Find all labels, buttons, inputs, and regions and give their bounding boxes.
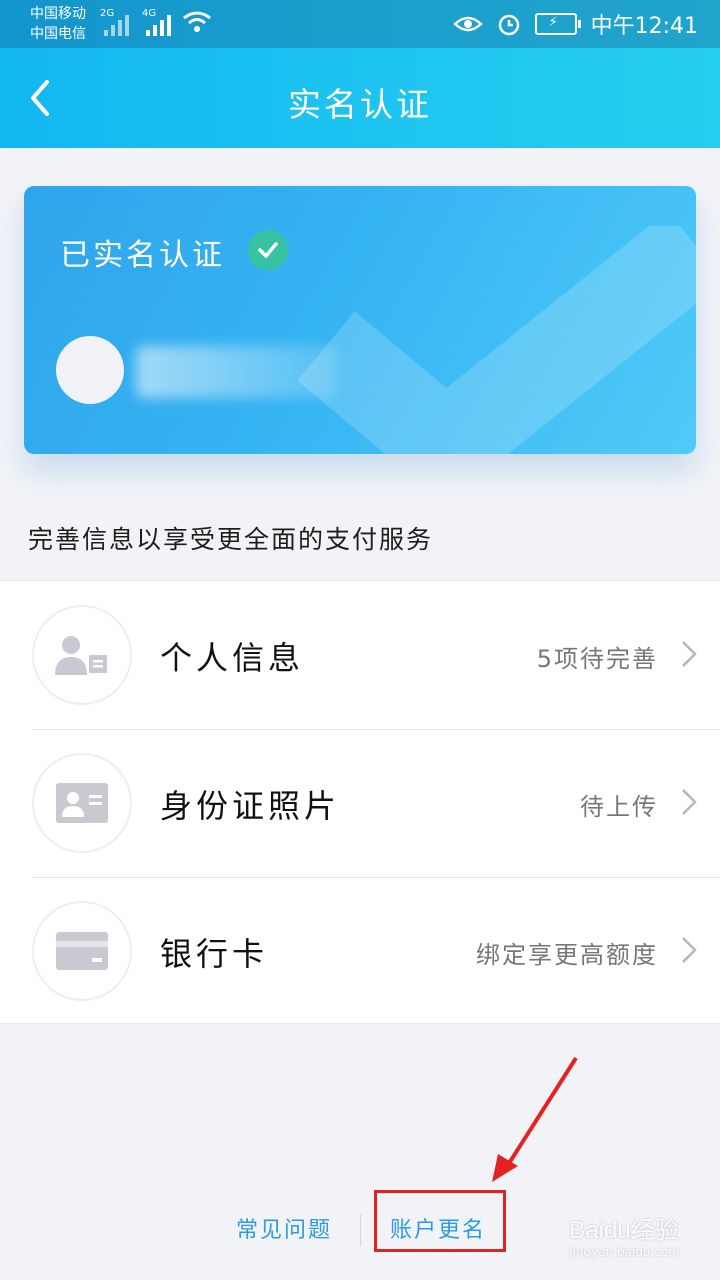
status-time: 中午12:41 [590, 14, 698, 39]
network-type-1: 2G [100, 8, 115, 19]
info-list: 个人信息 5项待完善 身份证照片 待上传 银行卡 绑定享更高额度 [0, 580, 720, 1024]
annotation-arrow [492, 1056, 578, 1182]
alarm-icon [498, 14, 519, 36]
chevron-right-icon [682, 641, 697, 667]
watermark-sub: jingyan.baidu.com [569, 1245, 680, 1259]
list-item-value: 待上传 [580, 793, 658, 821]
list-item-label: 银行卡 [160, 935, 269, 973]
carrier-2: 中国电信 [30, 26, 86, 42]
wifi-icon [183, 11, 211, 32]
verification-card: 已实名认证 [24, 186, 696, 454]
check-watermark-icon [297, 226, 696, 454]
check-circle-icon [248, 230, 288, 270]
carrier-info: 中国移动 中国电信 [30, 4, 86, 44]
watermark: Baidu经验 jingyan.baidu.com [569, 1210, 680, 1259]
bank-card-icon [32, 901, 132, 1001]
annotation-highlight-box [374, 1190, 506, 1252]
watermark-main: Baidu经验 [569, 1217, 679, 1244]
chevron-right-icon [682, 937, 697, 963]
list-item-label: 身份证照片 [160, 787, 341, 825]
id-card-icon [32, 753, 132, 853]
status-right: ⚡ 中午12:41 [452, 8, 698, 40]
list-item-label: 个人信息 [160, 639, 305, 677]
signal-4g-icon: 4G [142, 8, 171, 36]
eye-icon [452, 16, 483, 32]
page-title: 实名认证 [288, 85, 432, 124]
info-hint: 完善信息以享受更全面的支付服务 [28, 525, 434, 554]
title-bar: 实名认证 [0, 48, 720, 148]
carrier-1: 中国移动 [30, 6, 86, 22]
list-item-bank-card[interactable]: 银行卡 绑定享更高额度 [0, 877, 720, 1025]
list-item-personal-info[interactable]: 个人信息 5项待完善 [0, 581, 720, 729]
list-item-value: 5项待完善 [536, 645, 658, 673]
blurred-name [136, 346, 336, 398]
battery-icon: ⚡ [534, 13, 581, 35]
chevron-right-icon [682, 789, 697, 815]
signal-2g-icon: 2G [100, 8, 129, 36]
faq-link[interactable]: 常见问题 [236, 1212, 332, 1244]
avatar [56, 336, 124, 404]
header-background: 中国移动 中国电信 2G 4G ⚡ 中午12:41 实名认证 [0, 0, 720, 148]
status-bar: 中国移动 中国电信 2G 4G ⚡ 中午12:41 [0, 0, 720, 48]
footer-separator [360, 1214, 361, 1246]
network-type-2: 4G [142, 8, 157, 19]
person-card-icon [32, 605, 132, 705]
list-item-id-photo[interactable]: 身份证照片 待上传 [0, 729, 720, 877]
verified-status: 已实名认证 [60, 238, 225, 273]
list-item-value: 绑定享更高额度 [476, 941, 658, 969]
